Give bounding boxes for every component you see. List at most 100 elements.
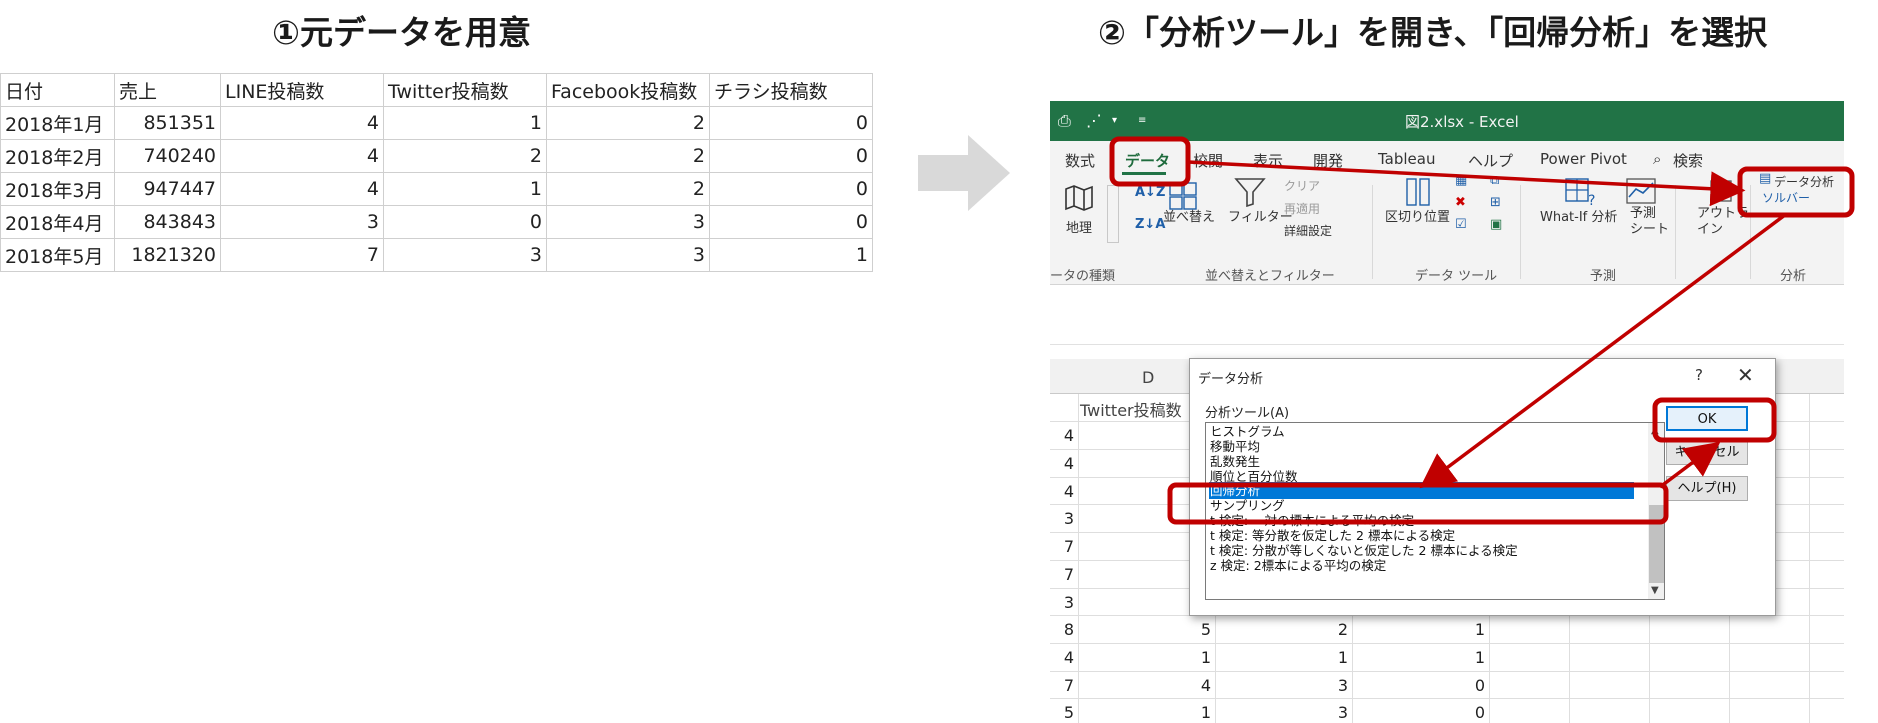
raw-table-header-row: 日付 売上 LINE投稿数 Twitter投稿数 Facebook投稿数 チラシ… <box>0 73 873 107</box>
text-to-columns-icon <box>1406 178 1430 206</box>
tab-review[interactable]: 校閲 <box>1193 150 1223 171</box>
group-label-data-tools: データ ツール <box>1415 269 1498 284</box>
chart-icon[interactable]: ⋰ <box>1086 111 1102 130</box>
table-cell: 1 <box>709 238 873 272</box>
table-cell: 0 <box>709 172 873 206</box>
grid-cell[interactable]: 4 <box>1181 676 1211 695</box>
cancel-button[interactable]: キャンセル <box>1666 440 1748 465</box>
data-analysis-icon: ▤ <box>1759 171 1772 186</box>
step2-title: ②「分析ツール」を開き、「回帰分析」を選択 <box>1098 13 1768 52</box>
grid-cell[interactable]: 3 <box>1318 676 1348 695</box>
grid-cell[interactable]: 3 <box>1318 703 1348 722</box>
remove-duplicates-icon[interactable]: ✖ <box>1455 195 1466 210</box>
data-validation-icon[interactable]: ☑ <box>1455 217 1467 232</box>
datatype-gallery-scroll[interactable] <box>1107 185 1119 243</box>
clear-filter-button[interactable]: クリア <box>1284 177 1320 194</box>
table-cell: 843843 <box>114 205 221 239</box>
column-header-d[interactable]: D <box>1142 368 1154 387</box>
table-cell: 2018年3月 <box>0 172 115 206</box>
table-cell: 2018年4月 <box>0 205 115 239</box>
scrollbar-thumb[interactable] <box>1649 505 1664 583</box>
raw-header-line: LINE投稿数 <box>220 73 384 107</box>
ok-button[interactable]: OK <box>1666 406 1748 431</box>
table-cell: 0 <box>383 205 547 239</box>
table-cell: 3 <box>546 205 710 239</box>
solver-button[interactable]: ソルバー <box>1762 189 1810 206</box>
tab-tableau[interactable]: Tableau <box>1378 150 1436 168</box>
close-icon[interactable]: ✕ <box>1737 363 1754 387</box>
grid-cell[interactable]: 4 <box>1054 482 1074 501</box>
raw-header-sales: 売上 <box>114 73 221 107</box>
grid-cell[interactable]: 0 <box>1455 676 1485 695</box>
table-cell: 740240 <box>114 139 221 173</box>
geography-button[interactable]: 地理 <box>1066 217 1092 236</box>
sort-za-icon[interactable]: Z↓A <box>1135 217 1165 232</box>
header-cell-twitter[interactable]: Twitter投稿数 <box>1080 397 1182 421</box>
tab-view[interactable]: 表示 <box>1253 150 1283 171</box>
what-if-analysis-button[interactable]: What-If 分析 <box>1540 206 1617 225</box>
analysis-tools-label: 分析ツール(A) <box>1205 406 1290 421</box>
flash-fill-icon[interactable]: ▦ <box>1455 173 1467 188</box>
chevron-up-icon[interactable]: ▲ <box>1651 425 1659 436</box>
advanced-filter-button[interactable]: 詳細設定 <box>1284 222 1332 239</box>
tab-help[interactable]: ヘルプ <box>1468 150 1513 171</box>
data-analysis-dialog: データ分析 ? ✕ 分析ツール(A) ヒストグラム 移動平均 乱数発生 順位と百… <box>1189 358 1776 616</box>
grid-line <box>1809 394 1810 723</box>
grid-cell[interactable]: 3 <box>1054 509 1074 528</box>
list-scrollbar[interactable]: ▲ ▼ <box>1648 423 1664 599</box>
tab-data[interactable]: データ <box>1125 150 1170 171</box>
list-item[interactable]: z 検定: 2標本による平均の検定 <box>1209 557 1634 574</box>
raw-header-facebook: Facebook投稿数 <box>546 73 710 107</box>
table-cell: 947447 <box>114 172 221 206</box>
dropdown-icon[interactable]: ▾ <box>1112 115 1117 126</box>
data-model-icon[interactable]: ▣ <box>1490 217 1502 232</box>
tab-formulas[interactable]: 数式 <box>1065 150 1095 171</box>
chevron-down-icon[interactable]: ▼ <box>1651 585 1659 596</box>
grid-cell[interactable]: 4 <box>1054 454 1074 473</box>
text-to-columns-button[interactable]: 区切り位置 <box>1385 206 1450 225</box>
outline-button[interactable]: アウトラ イン <box>1697 206 1749 238</box>
reapply-filter-button[interactable]: 再適用 <box>1284 200 1320 217</box>
sort-az-icon[interactable]: A↓Z <box>1135 185 1165 200</box>
grid-cell[interactable]: 1 <box>1455 620 1485 639</box>
table-cell: 2018年5月 <box>0 238 115 272</box>
grid-cell[interactable]: 2 <box>1318 620 1348 639</box>
grid-cell[interactable]: 3 <box>1054 593 1074 612</box>
grid-cell[interactable]: 4 <box>1054 426 1074 445</box>
grid-cell[interactable]: 7 <box>1054 676 1074 695</box>
grid-cell[interactable]: 5 <box>1181 620 1211 639</box>
forecast-sheet-button[interactable]: 予測 シート <box>1630 206 1669 238</box>
raw-header-flyer: チラシ投稿数 <box>709 73 873 107</box>
help-icon[interactable]: ? <box>1695 366 1703 384</box>
analysis-tools-list[interactable]: ヒストグラム 移動平均 乱数発生 順位と百分位数 回帰分析 サンプリング t 検… <box>1205 422 1665 600</box>
search-icon[interactable]: ⌕ <box>1653 150 1661 168</box>
relationships-icon[interactable]: ⊞ <box>1490 195 1501 210</box>
grid-cell[interactable]: 1 <box>1318 648 1348 667</box>
grid-cell[interactable]: 0 <box>1455 703 1485 722</box>
data-analysis-button[interactable]: データ分析 <box>1774 173 1834 190</box>
tab-search[interactable]: 検索 <box>1673 150 1703 171</box>
raw-header-twitter: Twitter投稿数 <box>383 73 547 107</box>
grid-cell[interactable]: 8 <box>1054 620 1074 639</box>
consolidate-icon[interactable]: ⧉ <box>1490 173 1499 188</box>
quick-access-icon[interactable]: ⎙ <box>1058 111 1071 131</box>
grid-line <box>1050 698 1844 699</box>
tab-developer[interactable]: 開発 <box>1313 150 1343 171</box>
grid-cell[interactable]: 1 <box>1455 648 1485 667</box>
grid-cell[interactable]: 4 <box>1054 648 1074 667</box>
grid-cell[interactable]: 1 <box>1181 648 1211 667</box>
grid-cell[interactable]: 7 <box>1054 565 1074 584</box>
table-cell: 0 <box>709 139 873 173</box>
formula-area <box>1050 285 1844 345</box>
sort-button[interactable]: 並べ替え <box>1163 206 1215 225</box>
grid-cell[interactable]: 7 <box>1054 537 1074 556</box>
grid-cell[interactable]: 5 <box>1054 703 1074 722</box>
grid-cell[interactable]: 1 <box>1181 703 1211 722</box>
help-button[interactable]: ヘルプ(H) <box>1666 476 1748 501</box>
table-cell: 0 <box>709 205 873 239</box>
group-separator <box>1372 185 1373 279</box>
table-cell: 2 <box>546 172 710 206</box>
customize-icon[interactable]: ≡ <box>1138 115 1146 126</box>
ribbon-data-panel: 地理 A↓Z Z↓A 並べ替え フィルター クリア 再適用 詳細設定 区切り位置… <box>1050 171 1844 285</box>
tab-power-pivot[interactable]: Power Pivot <box>1540 150 1627 168</box>
